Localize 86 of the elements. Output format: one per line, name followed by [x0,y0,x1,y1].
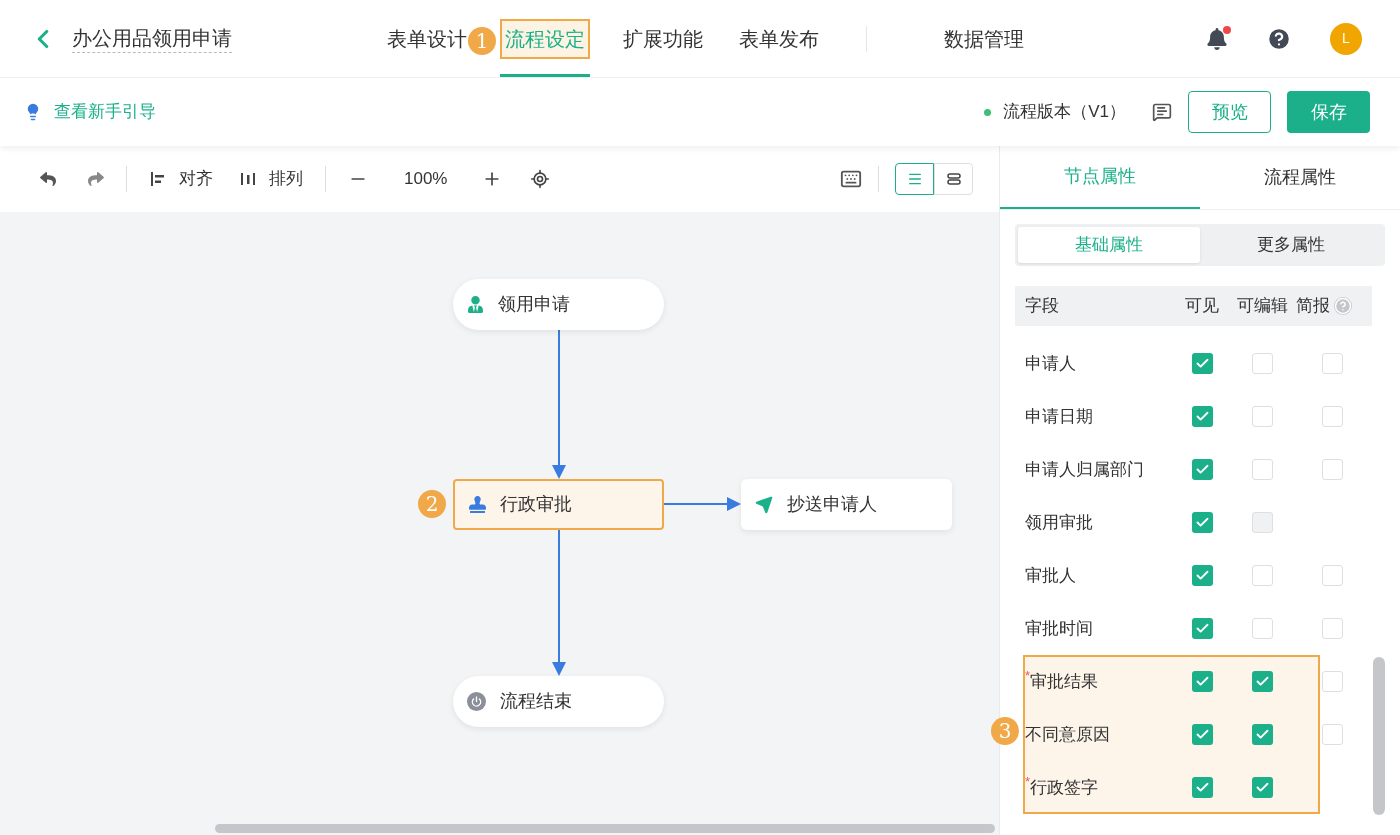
checkbox[interactable] [1251,777,1273,798]
checkbox[interactable] [1321,353,1343,374]
flow-node[interactable]: 领用申请 [453,279,664,330]
checkbox[interactable] [1321,671,1343,692]
callout-badge: 3 [991,717,1019,745]
callout-badge: 2 [418,490,446,518]
check-icon [1254,727,1270,742]
field-name: 审批时间 [1025,617,1093,640]
field-name: 申请人归属部门 [1025,458,1144,481]
nav-tab[interactable]: 数据管理 [941,18,1027,59]
check-icon [1254,674,1270,689]
zoom-level: 100% [404,168,449,191]
nav-tab[interactable]: 表单设计 [384,18,470,59]
check-icon [1194,462,1210,477]
checkbox[interactable] [1191,724,1213,745]
person-icon [467,296,484,313]
field-name: 领用审批 [1025,511,1093,534]
segment-tab[interactable]: 更多属性 [1200,227,1382,263]
checkbox[interactable] [1321,459,1343,480]
checkbox[interactable] [1321,565,1343,586]
check-icon [1194,356,1210,371]
comment-icon[interactable] [1152,102,1172,122]
check-icon [1194,621,1210,636]
column-header: 字段 [1025,295,1060,318]
check-icon [1254,780,1270,795]
redo-icon[interactable] [88,171,104,187]
field-name: 审批人 [1025,564,1076,587]
stamp-icon [469,496,486,513]
checkbox[interactable] [1191,459,1213,480]
checkbox[interactable] [1251,353,1273,374]
check-icon [1194,409,1210,424]
checkbox[interactable] [1251,724,1273,745]
check-icon [1194,780,1210,795]
list-icon [906,171,923,187]
version-label: 流程版本（V1） [1003,101,1126,124]
callout-badge: 1 [468,27,496,55]
field-name: 不同意原因 [1025,723,1110,746]
flow-node[interactable]: 流程结束 [453,676,664,727]
nav-tab[interactable]: 表单发布 [736,18,822,59]
flow-node[interactable]: 行政审批 [453,479,664,530]
field-name: 申请人 [1025,352,1076,375]
column-header: 可编辑 [1235,295,1289,318]
column-header: 简报 [1296,295,1330,318]
locate-icon[interactable] [530,169,550,189]
checkbox[interactable] [1191,565,1213,586]
align-button[interactable]: 对齐 [149,166,213,192]
checkbox[interactable] [1191,618,1213,639]
arrange-icon [239,170,257,188]
checkbox[interactable] [1191,671,1213,692]
scrollbar[interactable] [1373,657,1385,815]
send-icon [755,495,773,514]
nav-tab[interactable]: 扩展功能 [620,18,706,59]
field-name: 行政签字 [1030,776,1099,799]
keyboard-icon[interactable] [840,168,862,190]
checkbox[interactable] [1191,512,1213,533]
required-mark: * [1025,668,1031,683]
align-icon [149,170,167,188]
checkbox[interactable] [1321,618,1343,639]
checkbox[interactable] [1191,353,1213,374]
checkbox[interactable] [1191,777,1213,798]
view-toggle[interactable] [895,163,934,195]
check-icon [1194,727,1210,742]
flow-node[interactable]: 抄送申请人 [741,479,952,530]
panel-tab[interactable]: 流程属性 [1200,146,1400,209]
scrollbar[interactable] [215,824,995,833]
field-name: 审批结果 [1030,670,1099,693]
arrange-button[interactable]: 排列 [239,166,303,192]
checkbox[interactable] [1321,724,1343,745]
column-header: 可见 [1184,295,1220,318]
checkbox[interactable] [1251,406,1273,427]
field-name: 申请日期 [1025,405,1093,428]
check-icon [1194,674,1210,689]
checkbox[interactable] [1321,406,1343,427]
checkbox[interactable] [1251,459,1273,480]
checkbox[interactable] [1191,406,1213,427]
checkbox[interactable] [1251,671,1273,692]
required-mark: * [1025,774,1031,789]
undo-icon[interactable] [40,171,56,187]
check-icon [1194,568,1210,583]
power-icon [467,692,486,711]
checkbox[interactable] [1251,565,1273,586]
check-icon [1194,515,1210,530]
form-title: 办公用品领用申请 [72,24,232,53]
checkbox[interactable] [1251,618,1273,639]
cards-icon [946,172,961,186]
notification-icon[interactable] [1206,27,1228,50]
